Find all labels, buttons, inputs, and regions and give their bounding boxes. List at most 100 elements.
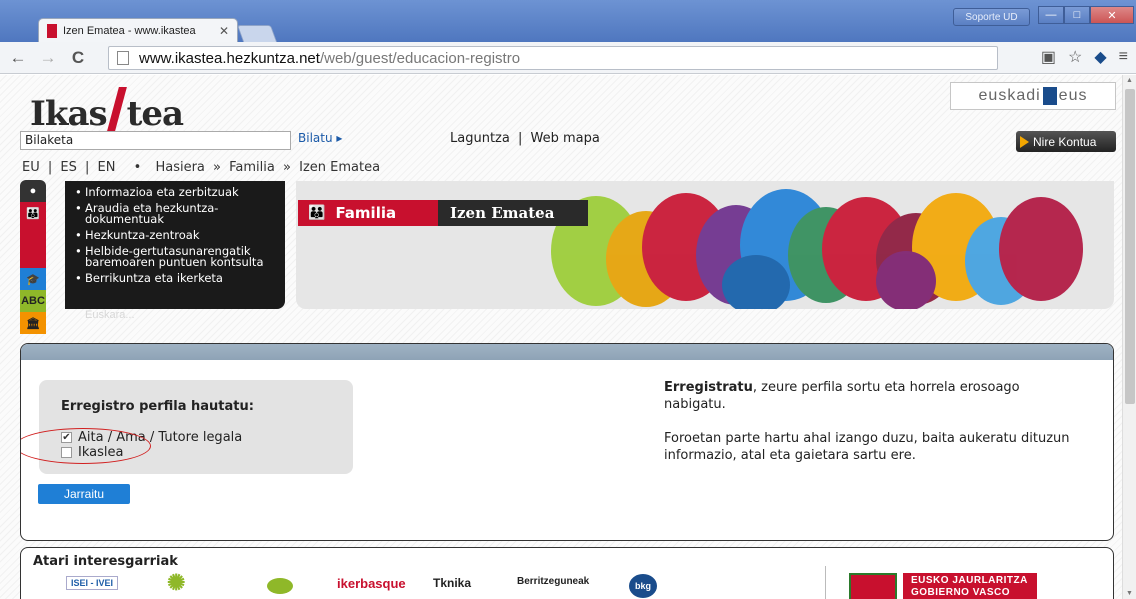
info-bold: Erregistratu: [664, 380, 753, 395]
basque-government-logo[interactable]: EUSKO JAURLARITZA GOBIERNO VASCO: [849, 573, 1049, 599]
section-tag: Izen Ematea: [438, 200, 588, 226]
ikastea-logo[interactable]: Ikas tea: [30, 87, 184, 134]
logo-text-right: tea: [126, 94, 184, 134]
star-icon[interactable]: ☆: [1068, 47, 1082, 67]
partners-divider: [825, 566, 826, 599]
info-paragraph-2: Foroetan parte hartu ahal izango duzu, b…: [664, 431, 1070, 463]
panel-header-bar: [21, 344, 1113, 360]
page-icon: [117, 51, 129, 65]
lang-eu[interactable]: EU: [22, 160, 40, 175]
url-path: /web/guest/educacion-registro: [319, 49, 521, 67]
link-separator: |: [517, 131, 523, 146]
government-text: EUSKO JAURLARITZA GOBIERNO VASCO: [903, 573, 1037, 599]
scroll-down-icon[interactable]: ▼: [1126, 590, 1133, 597]
continue-button[interactable]: Jarraitu: [38, 484, 130, 504]
reload-button[interactable]: C: [66, 46, 90, 70]
breadcrumb-arrow: »: [213, 160, 221, 175]
lang-sep: |: [47, 160, 53, 175]
isei-ivei-logo[interactable]: ISEI - IVEI: [66, 576, 119, 590]
sitemap-link[interactable]: Web mapa: [531, 131, 600, 146]
lang-es[interactable]: ES: [60, 160, 76, 175]
menu-item-address-lookup[interactable]: Helbide-gertutasunarengatik baremoaren p…: [71, 244, 279, 271]
gov-line-1: EUSKO JAURLARITZA: [911, 575, 1028, 586]
sun-logo[interactable]: ✺: [167, 570, 185, 596]
ikerbasque-logo[interactable]: ikerbasque: [337, 576, 406, 591]
spacer-red: [20, 224, 46, 246]
main-menu: Informazioa eta zerbitzuak Araudia eta h…: [65, 181, 285, 309]
new-tab-button[interactable]: [236, 25, 278, 42]
toolbar-icons: ▣ ☆ ◆ ≡: [1041, 47, 1128, 67]
menu-item-schools[interactable]: Hezkuntza-zentroak: [71, 228, 279, 244]
registration-info: Erregistratu, zeure perfila sortu eta ho…: [664, 379, 1084, 481]
close-tab-icon[interactable]: ✕: [219, 24, 229, 38]
family-tag-label: Familia: [335, 204, 397, 222]
profile-button[interactable]: Soporte UD: [953, 8, 1030, 26]
euskadi-text-left: euskadi: [978, 87, 1041, 104]
vertical-scrollbar[interactable]: ▲ ▼: [1122, 75, 1136, 599]
menu-faded-item: Euskara...: [85, 309, 135, 321]
green-leaf-logo[interactable]: [267, 578, 293, 594]
minimize-button[interactable]: —: [1038, 6, 1064, 24]
family-icon[interactable]: 👪: [20, 202, 46, 224]
account-label: Nire Kontua: [1033, 134, 1097, 149]
url-host: www.ikastea.hezkuntza.net: [139, 49, 320, 67]
euskadi-square: [1042, 87, 1057, 105]
logo-slash: [106, 87, 127, 131]
play-icon: [1020, 135, 1029, 148]
browser-tab[interactable]: Izen Ematea - www.ikastea ✕: [38, 18, 238, 42]
berritzeguneak-logo[interactable]: Berritzeguneak: [517, 576, 589, 587]
ikastea-favicon-icon: [47, 23, 57, 38]
gov-line-2: GOBIERNO VASCO: [911, 587, 1011, 598]
breadcrumb: EU | ES | EN • Hasiera » Familia » Izen …: [22, 160, 384, 175]
breadcrumb-current: Izen Ematea: [299, 160, 381, 175]
breadcrumb-family[interactable]: Familia: [229, 160, 275, 175]
search-button[interactable]: Bilatu ▸: [298, 131, 342, 145]
highlight-oval: [21, 428, 151, 464]
breadcrumb-arrow: »: [283, 160, 291, 175]
menu-item-innovation[interactable]: Berrikuntza eta ikerketa: [71, 271, 279, 287]
dot-icon[interactable]: ●: [20, 180, 46, 202]
translate-icon[interactable]: ▣: [1041, 47, 1056, 67]
close-window-button[interactable]: ✕: [1090, 6, 1134, 24]
menu-icon[interactable]: ≡: [1119, 48, 1128, 66]
help-link[interactable]: Laguntza: [450, 131, 510, 146]
family-icon: 👪: [308, 205, 326, 221]
institution-icon[interactable]: 🏛: [20, 312, 46, 334]
euskadi-text-right: eus: [1058, 87, 1088, 104]
address-bar[interactable]: www.ikastea.hezkuntza.net/web/guest/educ…: [108, 46, 998, 70]
info-paragraph-1: Erregistratu, zeure perfila sortu eta ho…: [664, 379, 1084, 413]
window-controls: — □ ✕: [1038, 6, 1134, 24]
breadcrumb-home[interactable]: Hasiera: [155, 160, 204, 175]
tab-title: Izen Ematea - www.ikastea: [63, 24, 196, 37]
registration-panel: Erregistro perfila hautatu: ✔ Aita / Ama…: [20, 343, 1114, 541]
lang-sep: |: [85, 160, 90, 175]
search-input[interactable]: Bilaketa: [20, 131, 291, 150]
lang-en[interactable]: EN: [98, 160, 116, 175]
coat-of-arms-icon: [849, 573, 897, 599]
forward-button[interactable]: →: [36, 46, 60, 70]
extension-icon[interactable]: ◆: [1094, 47, 1106, 67]
family-tag: 👪 Familia: [298, 200, 438, 226]
bkg-logo[interactable]: bkg: [629, 574, 657, 598]
euskadi-eus-logo[interactable]: euskadi eus: [950, 82, 1116, 110]
graduation-cap-icon[interactable]: 🎓: [20, 268, 46, 290]
my-account-button[interactable]: Nire Kontua: [1016, 131, 1116, 152]
browser-toolbar: ← → C www.ikastea.hezkuntza.net/web/gues…: [0, 42, 1136, 74]
top-links: Laguntza | Web mapa: [450, 131, 600, 146]
logo-text-left: Ikas: [30, 94, 108, 134]
menu-item-info[interactable]: Informazioa eta zerbitzuak: [71, 185, 279, 201]
scroll-up-icon[interactable]: ▲: [1126, 77, 1133, 84]
breadcrumb-bullet: •: [133, 160, 142, 175]
partner-sites: Atari interesgarriak ISEI - IVEI ✺ ikerb…: [20, 547, 1114, 599]
maximize-button[interactable]: □: [1064, 6, 1090, 24]
back-button[interactable]: ←: [6, 46, 30, 70]
partners-title: Atari interesgarriak: [33, 554, 178, 569]
page-content: Ikas tea euskadi eus Bilaketa Bilatu ▸ Lag…: [0, 75, 1122, 599]
tknika-logo[interactable]: Tknika: [433, 576, 471, 590]
menu-item-regulations[interactable]: Araudia eta hezkuntza-dokumentuak: [71, 201, 279, 228]
browser-titlebar: Izen Ematea - www.ikastea ✕ Soporte UD —…: [0, 0, 1136, 42]
scroll-thumb[interactable]: [1125, 89, 1135, 404]
profile-title: Erregistro perfila hautatu:: [61, 399, 254, 414]
section-icon-strip: ● 👪 🎓 ABC 🏛: [20, 180, 46, 335]
abc-icon[interactable]: ABC: [20, 290, 46, 312]
